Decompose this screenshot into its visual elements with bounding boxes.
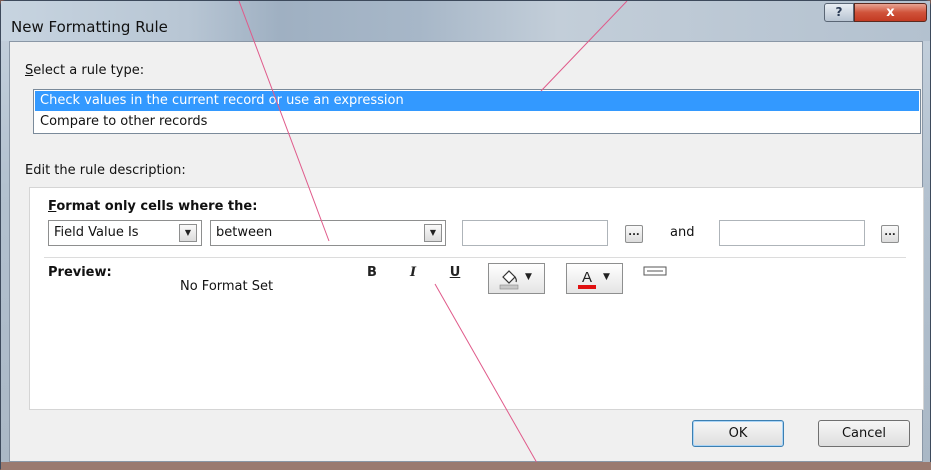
preview-text: No Format Set [180, 279, 274, 294]
dialog-client: Select a rule type: Check values in the … [9, 41, 924, 462]
font-color-button[interactable]: A ▼ [566, 263, 623, 294]
chevron-down-icon: ▼ [525, 272, 532, 282]
field-value-combo[interactable]: Field Value Is ▼ [48, 220, 202, 246]
format-options-icon[interactable] [643, 266, 667, 276]
rule-type-list[interactable]: Check values in the current record or us… [33, 89, 921, 134]
close-button[interactable]: x [854, 3, 927, 22]
preview-label: Preview: [48, 265, 112, 280]
value2-input[interactable] [719, 220, 865, 246]
rule-type-label: Select a rule type: [25, 63, 145, 78]
svg-text:A: A [582, 269, 592, 286]
italic-button[interactable]: I [403, 263, 423, 283]
list-item[interactable]: Check values in the current record or us… [35, 91, 919, 111]
field-value-text: Field Value Is [54, 225, 139, 240]
fill-color-button[interactable]: ▼ [488, 263, 545, 294]
bold-button[interactable]: B [362, 263, 382, 283]
paint-bucket-icon [499, 270, 519, 290]
and-label: and [670, 225, 695, 240]
title-bar[interactable]: New Formatting Rule ? x [1, 1, 930, 41]
cancel-button[interactable]: Cancel [818, 420, 910, 447]
value1-input[interactable] [462, 220, 608, 246]
font-color-icon: A [578, 269, 596, 289]
ok-button[interactable]: OK [692, 420, 784, 447]
format-only-label: Format only cells where the: [48, 199, 258, 214]
value1-builder-button[interactable]: ... [625, 225, 643, 243]
dialog-window: New Formatting Rule ? x Select a rule ty… [0, 0, 931, 470]
dialog-title: New Formatting Rule [11, 18, 168, 36]
rule-description-panel: Format only cells where the: Field Value… [29, 187, 924, 410]
operator-text: between [216, 225, 273, 240]
underline-button[interactable]: U [445, 263, 465, 283]
chevron-down-icon: ▼ [603, 272, 610, 282]
value2-builder-button[interactable]: ... [881, 225, 899, 243]
operator-combo[interactable]: between ▼ [210, 220, 446, 246]
divider [44, 257, 906, 258]
chevron-down-icon[interactable]: ▼ [424, 224, 442, 242]
help-button[interactable]: ? [824, 3, 854, 22]
chevron-down-icon[interactable]: ▼ [179, 224, 197, 242]
list-item[interactable]: Compare to other records [35, 112, 919, 132]
description-label: Edit the rule description: [25, 163, 186, 178]
